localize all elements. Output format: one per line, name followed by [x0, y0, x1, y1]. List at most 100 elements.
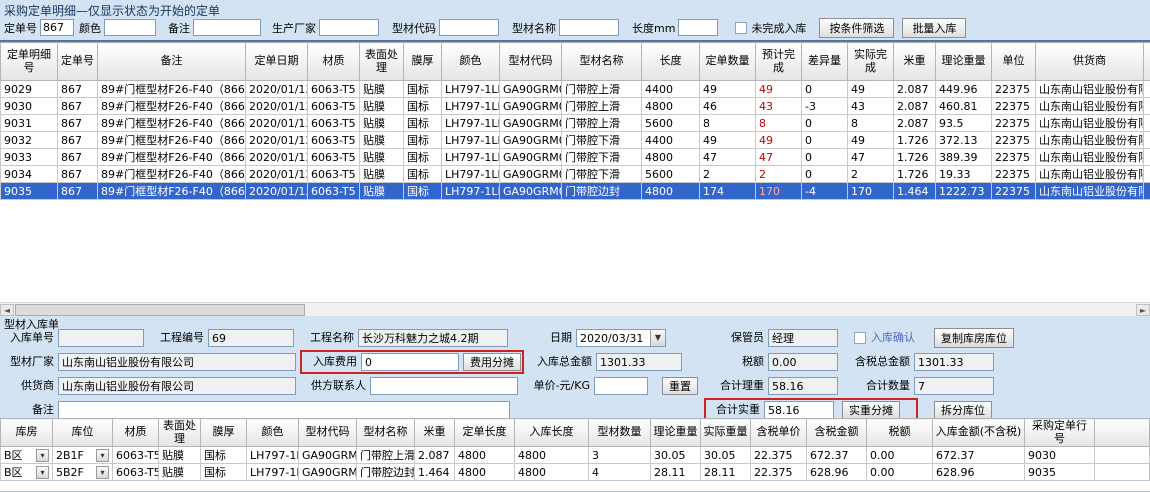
factory-input[interactable] [58, 353, 296, 371]
date-field[interactable]: ▼ [576, 329, 666, 347]
table-cell[interactable]: 867 [58, 115, 98, 132]
table-cell[interactable]: GA90GRM05 [299, 464, 357, 481]
table-cell[interactable]: LH797-1LL0 [442, 132, 500, 149]
combo-dropdown-icon[interactable]: ▾ [36, 449, 49, 462]
table-cell[interactable]: 628.96 [807, 464, 867, 481]
table-cell[interactable]: 2020/01/13 [246, 132, 308, 149]
table-cell[interactable]: 6063-T5 [113, 464, 159, 481]
inbound-no-input[interactable] [58, 329, 144, 347]
table-cell[interactable]: 4800 [515, 447, 589, 464]
table-cell[interactable]: 8 [848, 115, 894, 132]
split-location-button[interactable]: 拆分库位 [934, 401, 992, 419]
table-cell[interactable]: 0 [802, 132, 848, 149]
table-cell[interactable]: 门带腔下滑 [562, 166, 642, 183]
column-header[interactable]: 米重 [415, 419, 455, 447]
column-header[interactable]: 税额 [867, 419, 933, 447]
unfinished-checkbox[interactable] [735, 22, 747, 34]
table-cell[interactable]: 9030 [1025, 447, 1095, 464]
table-cell[interactable]: 贴膜 [360, 115, 404, 132]
table-cell[interactable]: 5600 [642, 166, 700, 183]
table-row[interactable]: 903286789#门框型材F26-F40（866+867）2020/01/13… [1, 132, 1150, 149]
table-cell[interactable]: 5B2F▾ [53, 464, 113, 481]
fee-split-button[interactable]: 费用分摊 [463, 353, 521, 371]
column-header[interactable]: 型材名称 [562, 43, 642, 81]
table-cell[interactable]: 9030 [1, 98, 58, 115]
table-cell[interactable]: 22.375 [751, 464, 807, 481]
table-cell[interactable]: 174 [700, 183, 756, 200]
table-cell[interactable]: LH797-1LL0 [442, 115, 500, 132]
column-header[interactable]: 理论重量 [936, 43, 992, 81]
table-cell[interactable]: 山东南山铝业股份有限公司 [1036, 149, 1144, 166]
column-header[interactable]: 入库金额(不含税) [933, 419, 1025, 447]
table-row[interactable]: 903586789#门框型材F26-F40（866+867）2020/01/13… [1, 183, 1150, 200]
column-header[interactable]: 定单数量 [700, 43, 756, 81]
table-cell[interactable]: GA90GRM03 [500, 81, 562, 98]
table-cell[interactable]: 0.00 [867, 447, 933, 464]
column-header[interactable]: 实际重量 [701, 419, 751, 447]
combo-dropdown-icon[interactable]: ▾ [96, 449, 109, 462]
filter-by-condition-button[interactable]: 按条件筛选 [819, 18, 894, 38]
table-cell[interactable]: 国标 [404, 115, 442, 132]
table-cell[interactable]: 2020/01/13 [246, 81, 308, 98]
reset-button[interactable]: 重置 [662, 377, 698, 395]
table-cell[interactable]: 46 [700, 98, 756, 115]
column-header[interactable]: 定单明细号 [1, 43, 58, 81]
column-header[interactable]: 米重 [894, 43, 936, 81]
total-actual-weight-input[interactable] [764, 401, 834, 419]
table-cell[interactable]: 6063-T5 [308, 149, 360, 166]
table-cell[interactable]: 贴膜 [360, 183, 404, 200]
table-cell[interactable]: 89#门框型材F26-F40（866+867） [98, 166, 246, 183]
table-cell[interactable]: LH797-1LL0 [247, 447, 299, 464]
column-header[interactable]: 型材代码 [299, 419, 357, 447]
table-cell[interactable]: 贴膜 [159, 447, 201, 464]
column-header[interactable]: 预计完成 [756, 43, 802, 81]
column-header[interactable]: 定单号 [58, 43, 98, 81]
table-cell[interactable]: 0 [802, 149, 848, 166]
weight-split-button[interactable]: 实重分摊 [842, 401, 900, 419]
column-header[interactable]: 定单长度 [455, 419, 515, 447]
table-cell[interactable]: 1.726 [894, 132, 936, 149]
table-cell[interactable]: 89#门框型材F26-F40（866+867） [98, 81, 246, 98]
table-cell[interactable]: 22375 [992, 166, 1036, 183]
table-cell[interactable]: 国标 [404, 183, 442, 200]
batch-inbound-button[interactable]: 批量入库 [902, 18, 966, 38]
column-header[interactable]: 差异量 [802, 43, 848, 81]
table-cell[interactable]: 867 [58, 98, 98, 115]
table-row[interactable]: 903086789#门框型材F26-F40（866+867）2020/01/13… [1, 98, 1150, 115]
table-cell[interactable]: 贴膜 [159, 464, 201, 481]
table-cell[interactable]: 89#门框型材F26-F40（866+867） [98, 149, 246, 166]
table-cell[interactable]: 2B1F▾ [53, 447, 113, 464]
table-cell[interactable]: 170 [848, 183, 894, 200]
table-cell[interactable]: LH797-1LL0 [442, 149, 500, 166]
table-cell[interactable]: 19.33 [936, 166, 992, 183]
table-cell[interactable]: 2 [700, 166, 756, 183]
project-name-input[interactable] [358, 329, 508, 347]
form-remark-input[interactable] [58, 401, 510, 419]
column-header[interactable]: 库房 [1, 419, 53, 447]
profile-name-input[interactable] [559, 19, 619, 36]
column-header[interactable]: 表面处理 [360, 43, 404, 81]
table-cell[interactable]: 6063-T5 [308, 166, 360, 183]
table-cell[interactable]: 672.37 [933, 447, 1025, 464]
table-cell[interactable]: 4800 [455, 464, 515, 481]
table-cell[interactable]: 门带腔下滑 [562, 132, 642, 149]
order-no-input[interactable] [40, 19, 74, 36]
table-cell[interactable]: GA90GRM03 [299, 447, 357, 464]
table-cell[interactable]: -3 [802, 98, 848, 115]
length-input[interactable] [678, 19, 718, 36]
column-header[interactable]: 备注 [98, 43, 246, 81]
tax-input[interactable] [768, 353, 838, 371]
table-cell[interactable]: 47 [700, 149, 756, 166]
column-header[interactable]: 供货商 [1036, 43, 1144, 81]
table-cell[interactable]: 89#门框型材F26-F40（866+867） [98, 98, 246, 115]
table-cell[interactable]: 49 [848, 132, 894, 149]
table-cell[interactable]: 22.375 [751, 447, 807, 464]
table-cell[interactable]: 6063-T5 [308, 98, 360, 115]
table-cell[interactable]: 4 [589, 464, 651, 481]
table-row[interactable]: 903186789#门框型材F26-F40（866+867）2020/01/13… [1, 115, 1150, 132]
table-cell[interactable]: 2.087 [894, 81, 936, 98]
combo-dropdown-icon[interactable]: ▾ [36, 466, 49, 479]
table-cell[interactable]: 49 [756, 132, 802, 149]
table-row[interactable]: 902986789#门框型材F26-F40（866+867）2020/01/13… [1, 81, 1150, 98]
table-cell[interactable]: 山东南山铝业股份有限公司 [1036, 166, 1144, 183]
